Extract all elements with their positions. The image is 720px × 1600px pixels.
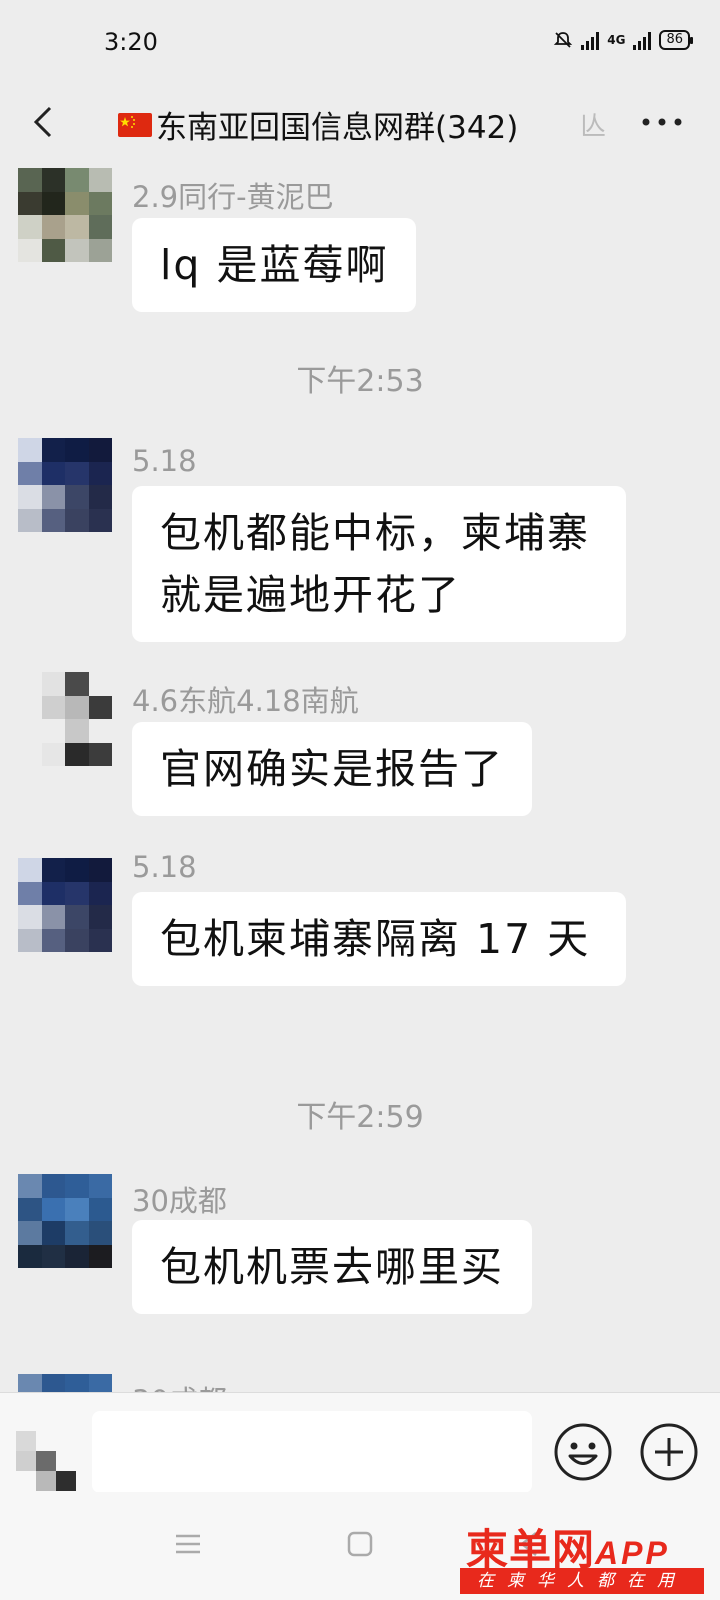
message-bubble[interactable]: 包机都能中标，柬埔寨就是遍地开花了 (132, 486, 626, 642)
watermark-logo: 柬单网APP 在柬华人都在用 (460, 1516, 716, 1596)
message-bubble[interactable]: 官网确实是报告了 (132, 722, 532, 816)
message-bubble[interactable]: lq 是蓝莓啊 (132, 218, 417, 312)
chat-title-text: 东南亚回国信息网群(342) (156, 110, 519, 146)
sender-name: 30成都 (132, 1184, 227, 1218)
sender-name: 2.9同行-黄泥巴 (132, 180, 334, 214)
more-dots-icon[interactable] (640, 110, 684, 134)
avatar[interactable] (18, 858, 112, 952)
avatar[interactable] (18, 1174, 112, 1268)
plus-circle-icon[interactable] (638, 1421, 700, 1483)
message-bubble[interactable]: 包机柬埔寨隔离 17 天 (132, 892, 626, 986)
avatar[interactable] (18, 672, 112, 766)
mute-indicator: 亾 (580, 112, 607, 142)
input-bar (0, 1392, 720, 1493)
avatar[interactable] (18, 438, 112, 532)
status-bar: 3:20 4G 86 (0, 0, 720, 90)
timestamp: 下午2:59 (296, 1100, 424, 1135)
avatar[interactable] (18, 168, 112, 262)
battery-level: 86 (666, 32, 683, 47)
sender-name: 4.6东航4.18南航 (132, 684, 359, 718)
watermark-app: APP (595, 1535, 670, 1571)
battery-icon: 86 (659, 30, 693, 50)
status-icons: 4G 86 (553, 30, 693, 50)
sender-name: 30成都 (132, 1378, 227, 1392)
avatar[interactable] (18, 1374, 112, 1392)
network-type: 4G (607, 33, 626, 47)
square-home-icon[interactable] (344, 1528, 376, 1560)
message-input[interactable] (92, 1411, 532, 1493)
status-time: 3:20 (104, 28, 158, 56)
title-bar: 东南亚回国信息网群(342) 亾 (0, 90, 720, 156)
voice-toggle[interactable] (16, 1431, 76, 1491)
signal-icon-2 (633, 30, 652, 50)
mute-bell-icon (554, 32, 573, 48)
watermark-slogan: 在柬华人都在用 (460, 1568, 704, 1594)
message-bubble[interactable]: 包机机票去哪里买 (132, 1220, 532, 1314)
chat-title: 东南亚回国信息网群(342) (118, 102, 518, 147)
message-list[interactable]: 2.9同行-黄泥巴 lq 是蓝莓啊 下午2:53 5.18 包机都能中标，柬埔寨… (0, 156, 720, 1392)
signal-icon (581, 30, 600, 50)
watermark-brand: 柬单网 (466, 1526, 596, 1573)
menu-lines-icon[interactable] (172, 1528, 204, 1560)
timestamp: 下午2:53 (296, 364, 424, 399)
chevron-left-icon[interactable] (24, 102, 64, 142)
sender-name: 5.18 (132, 850, 197, 884)
emoji-smile-icon[interactable] (552, 1421, 614, 1483)
china-flag-icon (118, 112, 152, 137)
sender-name: 5.18 (132, 444, 197, 478)
